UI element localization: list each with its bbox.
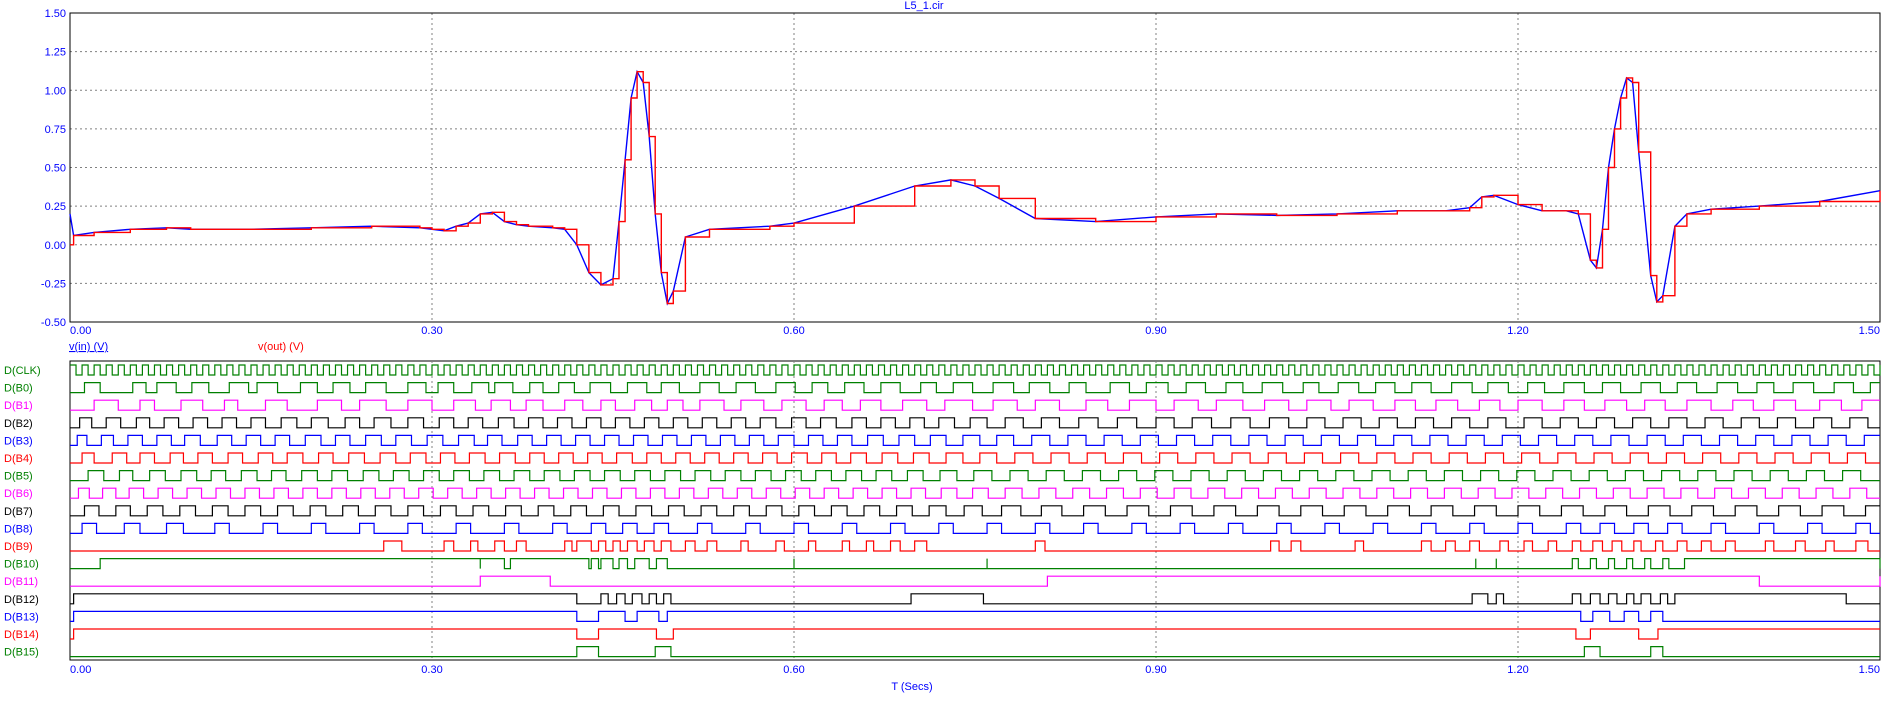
digital-row-label: D(B12) (4, 594, 39, 606)
digital-trace (70, 487, 1880, 499)
digital-row-label: D(B6) (4, 488, 33, 500)
digital-row-label: D(B10) (4, 559, 39, 571)
x-tick-label: 0.60 (783, 325, 804, 337)
x-axis-label: T (Secs) (891, 681, 932, 693)
digital-trace (70, 610, 1880, 622)
digital-row-label: D(B8) (4, 523, 33, 535)
y-tick-label: 1.00 (45, 85, 66, 97)
x-tick-label: 1.50 (1859, 325, 1880, 337)
x-tick-label: 1.20 (1507, 325, 1528, 337)
digital-row-label: D(B4) (4, 453, 33, 465)
digital-row-label: D(B9) (4, 541, 33, 553)
digital-trace (70, 540, 1880, 552)
digital-row-label: D(B3) (4, 435, 33, 447)
digital-x-tick-label: 0.60 (783, 664, 804, 676)
digital-trace (70, 505, 1880, 517)
y-tick-label: 1.50 (45, 8, 66, 20)
y-tick-label: 0.25 (45, 201, 66, 213)
digital-trace (70, 522, 1880, 534)
x-tick-label: 0.30 (421, 325, 442, 337)
digital-trace (70, 417, 1880, 429)
digital-trace (70, 646, 1880, 658)
digital-x-tick-label: 1.20 (1507, 664, 1528, 676)
digital-trace (70, 434, 1880, 446)
y-tick-label: 0.00 (45, 240, 66, 252)
digital-x-tick-label: 0.90 (1145, 664, 1166, 676)
digital-x-tick-label: 0.30 (421, 664, 442, 676)
y-tick-label: -0.25 (41, 278, 66, 290)
digital-x-tick-label: 0.00 (70, 664, 91, 676)
legend-vin[interactable]: v(in) (V) (69, 341, 108, 353)
digital-series (70, 364, 1881, 658)
digital-trace (70, 628, 1880, 640)
digital-row-label: D(B15) (4, 647, 39, 659)
digital-row-label: D(B11) (4, 576, 38, 588)
y-tick-label: 1.25 (45, 47, 66, 59)
chart-title: L5_1.cir (904, 0, 943, 12)
series-vout (70, 71, 1881, 305)
digital-row-label: D(B5) (4, 471, 33, 483)
digital-trace (70, 470, 1880, 482)
y-tick-label: 0.75 (45, 124, 66, 136)
digital-trace (70, 364, 1881, 376)
digital-trace (70, 382, 1880, 394)
digital-row-label: D(B13) (4, 611, 39, 623)
plot-svg: L5_1.cir v(in) (V) v(out) (V) T (Secs) 1… (4, 0, 1881, 693)
digital-row-label: D(B7) (4, 506, 33, 518)
y-tick-label: -0.50 (41, 317, 66, 329)
digital-row-label: D(B2) (4, 418, 33, 430)
legend-vout[interactable]: v(out) (V) (258, 341, 304, 353)
digital-row-label: D(B1) (4, 400, 33, 412)
x-tick-label: 0.00 (70, 325, 91, 337)
y-tick-label: 0.50 (45, 163, 66, 175)
chart-labels: L5_1.cir v(in) (V) v(out) (V) T (Secs) 1… (4, 0, 1880, 693)
digital-trace (70, 399, 1880, 411)
digital-trace (70, 452, 1880, 464)
chart-stage: L5_1.cir v(in) (V) v(out) (V) T (Secs) 1… (0, 0, 1899, 697)
digital-trace (70, 575, 1881, 587)
analog-series (69, 69, 1881, 306)
digital-trace (70, 558, 1881, 570)
x-tick-label: 0.90 (1145, 325, 1166, 337)
digital-x-tick-label: 1.50 (1859, 664, 1880, 676)
digital-row-label: D(B0) (4, 383, 33, 395)
digital-row-label: D(B14) (4, 629, 39, 641)
digital-trace (70, 593, 1880, 605)
digital-row-label: D(CLK) (4, 365, 41, 377)
